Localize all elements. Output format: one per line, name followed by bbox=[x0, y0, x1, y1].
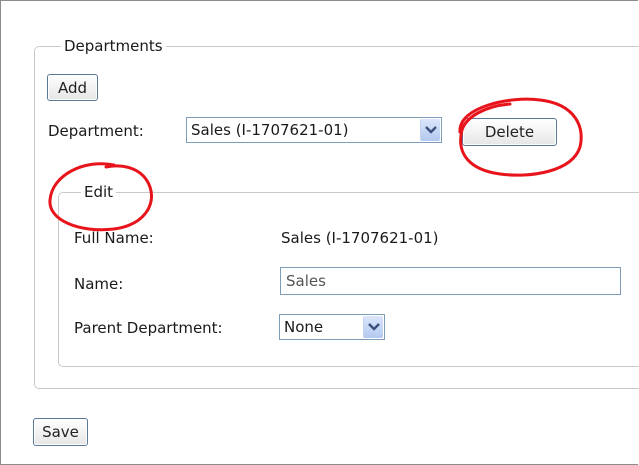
parent-department-label: Parent Department: bbox=[74, 319, 223, 337]
save-button[interactable]: Save bbox=[33, 418, 88, 446]
parent-department-select-value: None bbox=[284, 318, 324, 336]
department-select-value: Sales (I-1707621-01) bbox=[191, 121, 349, 139]
chevron-down-icon[interactable] bbox=[363, 316, 383, 338]
parent-department-select[interactable]: None bbox=[279, 314, 385, 340]
full-name-label: Full Name: bbox=[74, 229, 154, 247]
department-label: Department: bbox=[48, 122, 144, 140]
name-field[interactable] bbox=[280, 267, 621, 295]
full-name-value: Sales (I-1707621-01) bbox=[281, 229, 439, 247]
edit-legend: Edit bbox=[81, 183, 117, 201]
departments-legend: Departments bbox=[61, 37, 166, 55]
name-label: Name: bbox=[74, 275, 124, 293]
delete-button[interactable]: Delete bbox=[462, 118, 557, 146]
department-select[interactable]: Sales (I-1707621-01) bbox=[186, 117, 442, 143]
add-button[interactable]: Add bbox=[47, 74, 98, 101]
chevron-down-icon[interactable] bbox=[420, 119, 440, 141]
